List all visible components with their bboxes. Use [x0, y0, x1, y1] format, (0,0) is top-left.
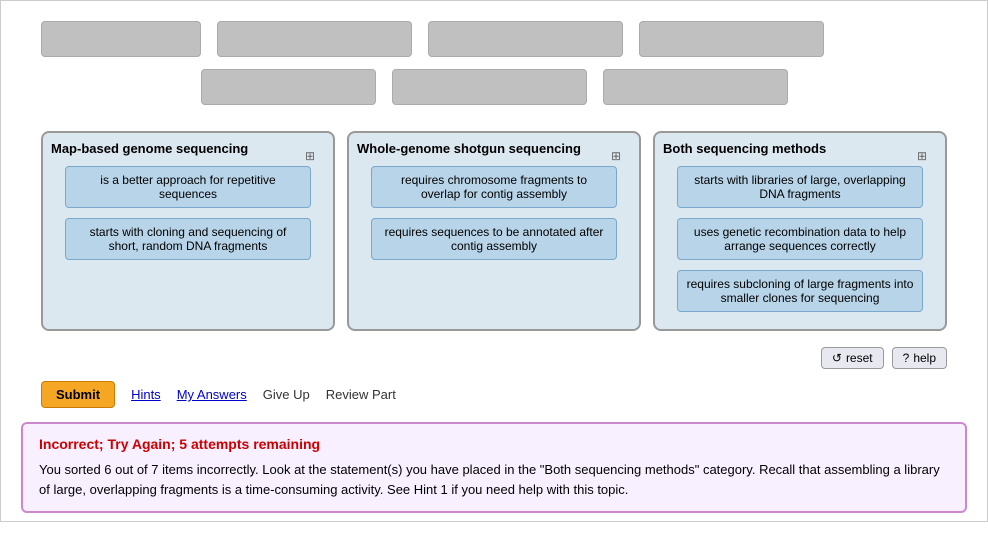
action-bar: Submit Hints My Answers Give Up Review P… [1, 375, 987, 414]
drag-item-2[interactable] [217, 21, 412, 57]
move-icon-cat1: ⊞ [305, 149, 317, 161]
category-shotgun-title: Whole-genome shotgun sequencing [357, 141, 631, 156]
feedback-area: Incorrect; Try Again; 5 attempts remaini… [21, 422, 967, 513]
submit-button[interactable]: Submit [41, 381, 115, 408]
my-answers-link[interactable]: My Answers [177, 387, 247, 402]
drag-item-4[interactable] [639, 21, 824, 57]
category-shotgun-zone[interactable]: requires chromosome fragments to overlap… [357, 166, 631, 260]
category-map-based-title: Map-based genome sequencing [51, 141, 325, 156]
category-both-title: Both sequencing methods [663, 141, 937, 156]
cat1-item-2[interactable]: starts with cloning and sequencing of sh… [65, 218, 312, 260]
cat3-item-1[interactable]: starts with libraries of large, overlapp… [677, 166, 924, 208]
reset-label: reset [846, 351, 873, 365]
drag-item-3[interactable] [428, 21, 623, 57]
bottom-buttons: ↺ reset ? help [1, 341, 987, 375]
cat2-item-1[interactable]: requires chromosome fragments to overlap… [371, 166, 618, 208]
category-map-based: Map-based genome sequencing ⊞ is a bette… [41, 131, 335, 331]
feedback-text: You sorted 6 out of 7 items incorrectly.… [39, 460, 949, 499]
move-icon-cat2: ⊞ [611, 149, 623, 161]
help-label: help [913, 351, 936, 365]
categories-area: Map-based genome sequencing ⊞ is a bette… [1, 131, 987, 341]
category-map-based-zone[interactable]: is a better approach for repetitive sequ… [51, 166, 325, 260]
drag-item-7[interactable] [603, 69, 788, 105]
category-both-zone[interactable]: starts with libraries of large, overlapp… [663, 166, 937, 312]
drag-items-row1 [41, 21, 947, 57]
drag-item-5[interactable] [201, 69, 376, 105]
reset-icon: ↺ [832, 351, 842, 365]
drag-item-1[interactable] [41, 21, 201, 57]
drag-item-6[interactable] [392, 69, 587, 105]
reset-button[interactable]: ↺ reset [821, 347, 884, 369]
cat3-item-2[interactable]: uses genetic recombination data to help … [677, 218, 924, 260]
drag-items-row2 [41, 69, 947, 105]
review-part-text[interactable]: Review Part [326, 387, 396, 402]
feedback-title: Incorrect; Try Again; 5 attempts remaini… [39, 436, 949, 452]
move-icon-cat3: ⊞ [917, 149, 929, 161]
hints-link[interactable]: Hints [131, 387, 161, 402]
cat1-item-1[interactable]: is a better approach for repetitive sequ… [65, 166, 312, 208]
category-shotgun: Whole-genome shotgun sequencing ⊞ requir… [347, 131, 641, 331]
category-both: Both sequencing methods ⊞ starts with li… [653, 131, 947, 331]
cat3-item-3[interactable]: requires subcloning of large fragments i… [677, 270, 924, 312]
give-up-text[interactable]: Give Up [263, 387, 310, 402]
help-icon: ? [903, 351, 910, 365]
cat2-item-2[interactable]: requires sequences to be annotated after… [371, 218, 618, 260]
help-button[interactable]: ? help [892, 347, 947, 369]
